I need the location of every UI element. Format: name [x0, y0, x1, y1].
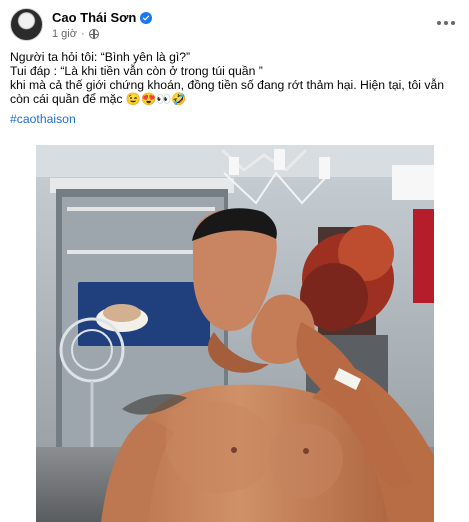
post-header: Cao Thái Sơn 1 giờ ·	[0, 0, 469, 48]
hashtag-link[interactable]: #caothaison	[10, 112, 460, 126]
author-name[interactable]: Cao Thái Sơn	[52, 10, 136, 26]
facebook-post-card: Cao Thái Sơn 1 giờ · Người ta hỏi tôi: “…	[0, 0, 469, 522]
more-options-icon	[437, 21, 441, 25]
post-time[interactable]: 1 giờ	[52, 28, 77, 40]
more-options-icon	[451, 21, 455, 25]
more-options-button[interactable]	[433, 14, 459, 32]
globe-icon[interactable]	[88, 29, 99, 39]
more-options-icon	[444, 21, 448, 25]
post-photo[interactable]	[36, 145, 434, 522]
post-meta: 1 giờ ·	[52, 27, 99, 41]
post-text-line: khi mà cả thế giới chứng khoán, đồng tiề…	[10, 78, 445, 106]
author-avatar[interactable]	[10, 8, 43, 41]
verified-badge-icon	[140, 12, 153, 24]
meta-separator: ·	[80, 28, 85, 40]
post-text-line: Tui đáp : “Là khi tiền vẫn còn ở trong t…	[10, 64, 263, 78]
author-name-row: Cao Thái Sơn	[52, 9, 153, 27]
post-text: Người ta hỏi tôi: “Bình yên là gì?” Tui …	[10, 50, 460, 126]
post-text-line: Người ta hỏi tôi: “Bình yên là gì?”	[10, 50, 191, 64]
